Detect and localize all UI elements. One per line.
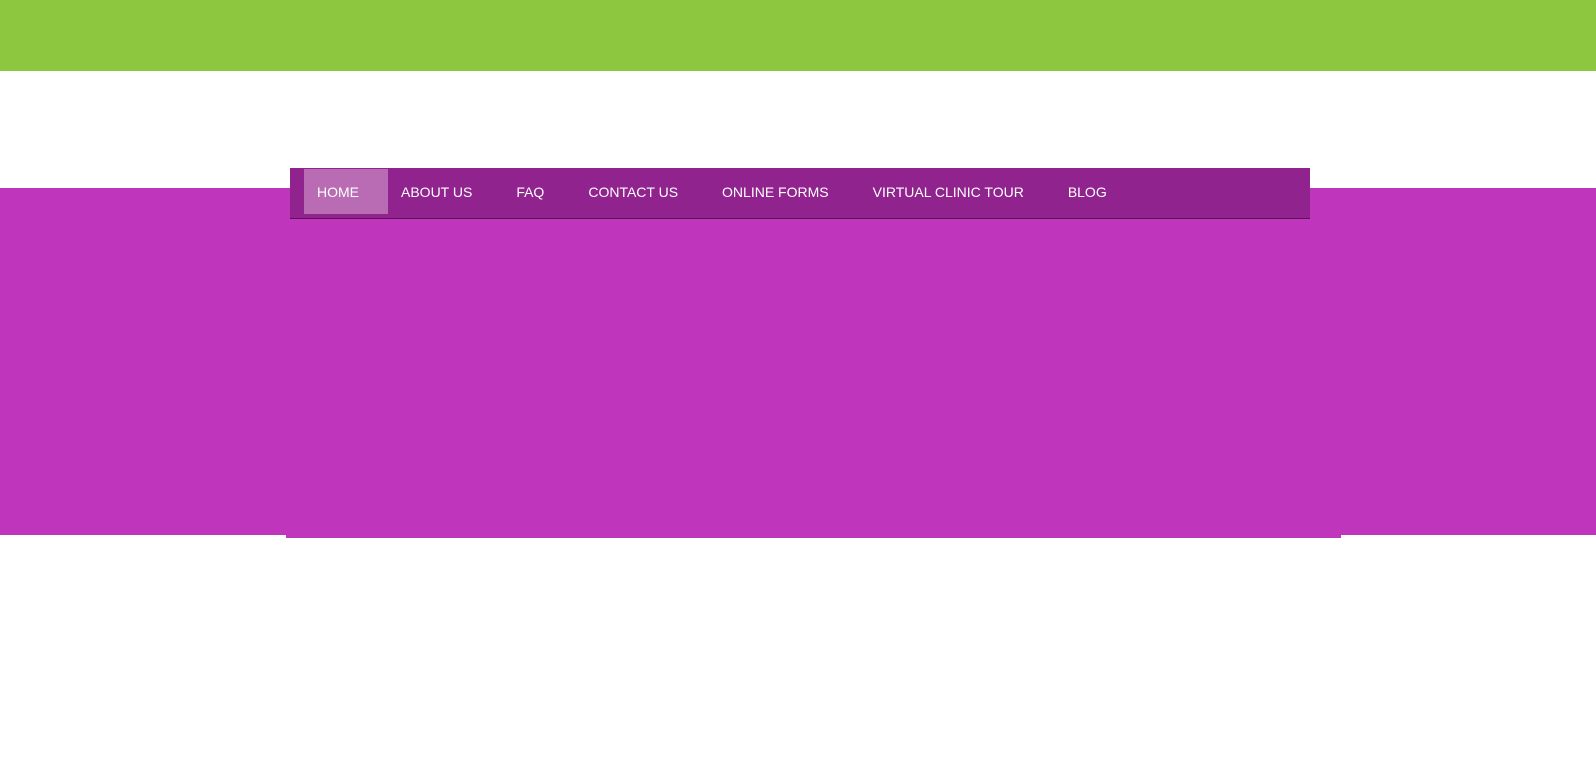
nav-item-online-forms[interactable]: ONLINE FORMS — [709, 169, 842, 214]
nav-item-home[interactable]: HOME — [304, 169, 388, 214]
nav-item-faq[interactable]: FAQ — [503, 169, 557, 214]
top-color-band — [0, 0, 1596, 71]
nav-item-contact-us[interactable]: CONTACT US — [575, 169, 691, 214]
page: HOME ABOUT US FAQ CONTACT US ONLINE FORM… — [0, 0, 1596, 767]
main-navigation: HOME ABOUT US FAQ CONTACT US ONLINE FORM… — [290, 168, 1310, 219]
nav-item-virtual-clinic-tour[interactable]: VIRTUAL CLINIC TOUR — [860, 169, 1037, 214]
nav-item-blog[interactable]: BLOG — [1055, 169, 1120, 214]
nav-item-about-us[interactable]: ABOUT US — [388, 169, 485, 214]
hero-banner — [286, 188, 1341, 538]
